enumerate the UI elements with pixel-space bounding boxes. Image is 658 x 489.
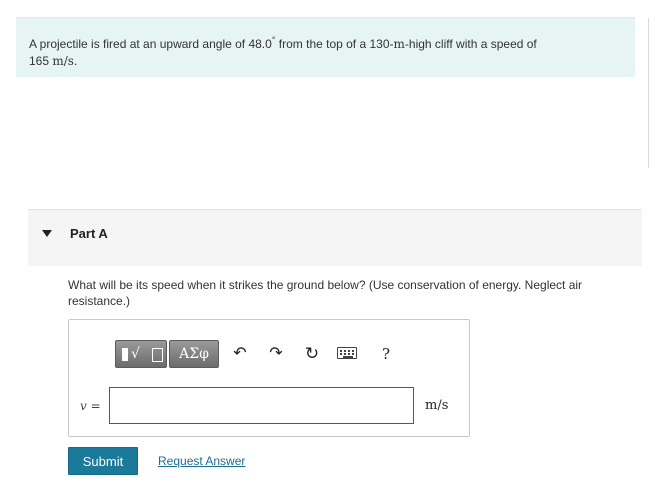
reset-icon[interactable]: ↻: [301, 343, 323, 365]
problem-text: A projectile is fired at an upward angle…: [29, 32, 619, 70]
unit-meters: m: [393, 37, 405, 51]
problem-text-part: from the top of a 130-: [275, 37, 394, 51]
greek-symbols-button[interactable]: ΑΣφ: [169, 340, 219, 368]
template-box-icon: [152, 348, 163, 362]
speed-unit: m/s: [52, 54, 74, 68]
answer-unit: m/s: [425, 398, 449, 413]
help-button[interactable]: ?: [375, 343, 397, 365]
request-answer-link[interactable]: Request Answer: [158, 454, 245, 468]
radical-icon: √: [131, 346, 140, 362]
variable-label: v =: [80, 399, 101, 413]
question-text: What will be its speed when it strikes t…: [68, 278, 583, 308]
problem-statement-box: A projectile is fired at an upward angle…: [16, 17, 635, 77]
template-block-icon: [122, 348, 128, 361]
answer-input[interactable]: [109, 387, 414, 424]
problem-text-part: A projectile is fired at an upward angle…: [29, 37, 272, 51]
undo-icon[interactable]: ↶: [229, 343, 251, 365]
part-a-header[interactable]: Part A: [28, 209, 642, 266]
redo-icon[interactable]: ↷: [265, 343, 287, 365]
answer-box: √ ΑΣφ ↶ ↷ ↻ ? v = m/s: [68, 319, 470, 437]
caret-down-icon[interactable]: [42, 230, 52, 237]
part-title: Part A: [70, 226, 108, 241]
radical-template-button[interactable]: √: [115, 340, 167, 368]
keyboard-icon[interactable]: [337, 347, 359, 361]
problem-text-end: .: [73, 54, 78, 68]
problem-text-part: -high cliff with a speed of: [404, 37, 537, 51]
submit-button[interactable]: Submit: [68, 447, 138, 475]
speed-value: 165: [29, 54, 50, 68]
scrollbar-edge: [648, 18, 649, 168]
